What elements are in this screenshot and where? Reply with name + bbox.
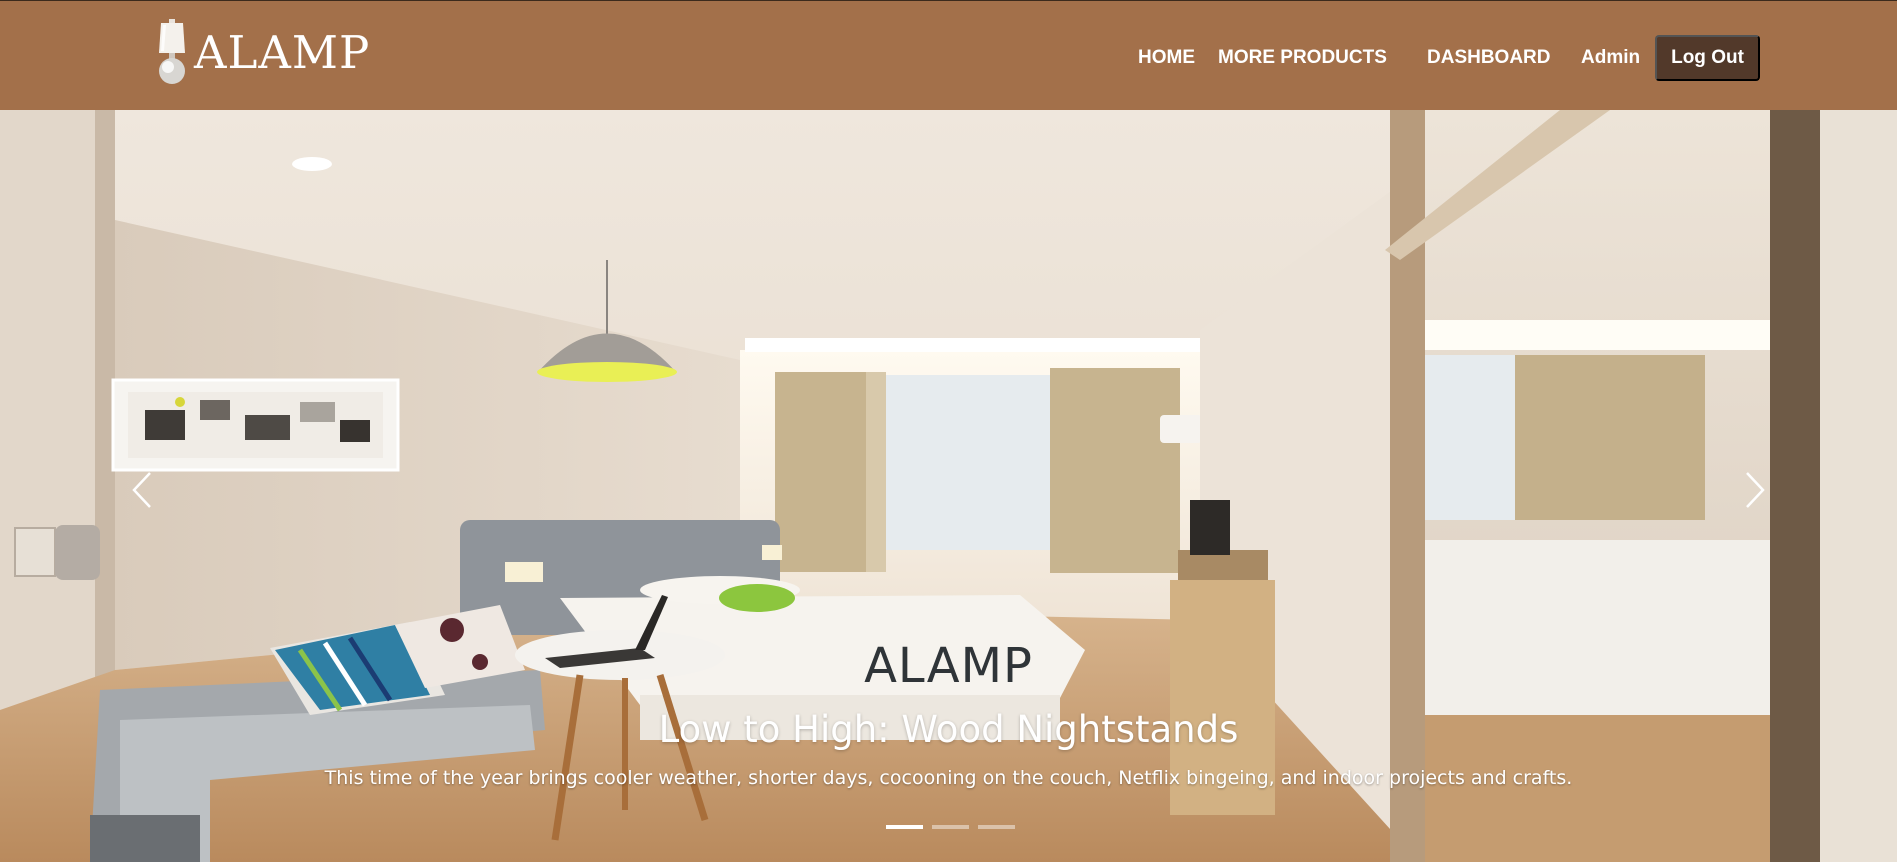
top-navbar: ALAMP HOME MORE PRODUCTS DASHBOARD Admin… bbox=[0, 0, 1897, 110]
logout-button[interactable]: Log Out bbox=[1655, 35, 1760, 81]
carousel-indicator-2[interactable] bbox=[932, 825, 969, 829]
brand-logo-link[interactable]: ALAMP bbox=[154, 19, 370, 85]
carousel-prev-button[interactable] bbox=[125, 465, 159, 515]
lamp-icon bbox=[159, 19, 185, 84]
hero-carousel: ALAMP Low to High: Wood Nightstands This… bbox=[0, 110, 1897, 862]
nav-dashboard-link[interactable]: DASHBOARD bbox=[1427, 46, 1551, 70]
nav-home-link[interactable]: HOME bbox=[1138, 46, 1195, 70]
carousel-indicator-1[interactable] bbox=[886, 825, 923, 829]
carousel-next-button[interactable] bbox=[1738, 465, 1772, 515]
brand-name: ALAMP bbox=[194, 25, 371, 79]
nav-user-admin[interactable]: Admin bbox=[1581, 46, 1640, 70]
chevron-left-icon bbox=[132, 472, 151, 508]
slide-caption-description: This time of the year brings cooler weat… bbox=[324, 767, 1573, 789]
slide-caption-title: ALAMP bbox=[864, 638, 1033, 694]
chevron-right-icon bbox=[1746, 472, 1765, 508]
carousel-indicator-3[interactable] bbox=[978, 825, 1015, 829]
nav-more-products-link[interactable]: MORE PRODUCTS bbox=[1218, 46, 1387, 70]
carousel-indicators bbox=[886, 825, 1015, 829]
slide-caption-subtitle: Low to High: Wood Nightstands bbox=[658, 708, 1239, 751]
